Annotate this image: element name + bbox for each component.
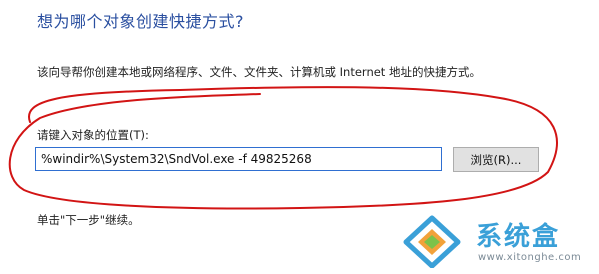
browse-button[interactable]: 浏览(R)... [453, 147, 539, 172]
watermark-logo-icon [403, 215, 461, 268]
location-field-label: 请键入对象的位置(T): [37, 128, 149, 142]
next-step-hint: 单击"下一步"继续。 [37, 213, 140, 227]
wizard-description: 该向导帮你创建本地或网络程序、文件、文件夹、计算机或 Internet 地址的快… [37, 65, 481, 79]
watermark-url: www.xitonghe.com [478, 252, 582, 263]
wizard-title: 想为哪个对象创建快捷方式? [37, 12, 244, 31]
location-input[interactable] [35, 147, 442, 171]
watermark-brand: 系统盒 [476, 222, 561, 252]
site-watermark: 系统盒 www.xitonghe.com [402, 212, 592, 270]
